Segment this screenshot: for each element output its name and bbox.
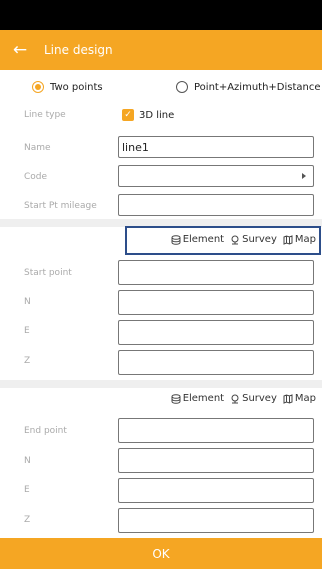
app-bar: ← Line design xyxy=(0,30,322,70)
end-point-tools: Element Survey Map xyxy=(165,393,316,404)
tools-highlight-box xyxy=(125,226,321,255)
database-icon xyxy=(171,393,181,404)
line-type-label: Line type xyxy=(24,110,66,120)
element-label: Element xyxy=(182,393,225,404)
end-map-button[interactable]: Map xyxy=(283,393,316,404)
start-mileage-field[interactable] xyxy=(118,194,314,216)
start-point-label: Start point xyxy=(24,268,72,278)
end-n-field[interactable] xyxy=(118,448,314,473)
ok-label: OK xyxy=(152,546,170,561)
start-z-field[interactable] xyxy=(118,350,314,375)
radio-two-points[interactable]: Two points xyxy=(32,81,103,93)
start-n-field[interactable] xyxy=(118,290,314,315)
mode-selector: Two points Point+Azimuth+Distance xyxy=(0,77,322,97)
start-point-field[interactable] xyxy=(118,260,314,285)
start-mileage-label: Start Pt mileage xyxy=(24,201,97,211)
radio-selected-icon xyxy=(32,81,44,93)
line-type-value: 3D line xyxy=(139,109,175,121)
end-z-field[interactable] xyxy=(118,508,314,533)
back-arrow-icon[interactable]: ← xyxy=(0,40,40,60)
line-type-checkbox[interactable]: ✓ 3D line xyxy=(122,109,174,121)
end-e-field[interactable] xyxy=(118,478,314,503)
map-label: Map xyxy=(294,393,316,404)
name-label: Name xyxy=(24,143,51,153)
end-n-label: N xyxy=(24,456,31,466)
start-e-field[interactable] xyxy=(118,320,314,345)
radio-unselected-icon xyxy=(176,81,188,93)
start-n-label: N xyxy=(24,297,31,307)
ok-button[interactable]: OK xyxy=(0,538,322,569)
name-field[interactable]: line1 xyxy=(118,136,314,158)
checkmark-icon: ✓ xyxy=(122,109,134,121)
radio-point-azimuth-distance[interactable]: Point+Azimuth+Distance xyxy=(176,81,321,93)
start-z-label: Z xyxy=(24,356,31,366)
section-divider xyxy=(0,380,322,388)
end-e-label: E xyxy=(24,485,30,495)
survey-pin-icon xyxy=(231,394,239,403)
radio-two-points-label: Two points xyxy=(50,81,103,93)
status-bar xyxy=(0,0,322,30)
radio-point-azimuth-distance-label: Point+Azimuth+Distance xyxy=(194,81,321,93)
dropdown-arrow-icon xyxy=(302,173,306,179)
start-e-label: E xyxy=(24,326,30,336)
end-survey-button[interactable]: Survey xyxy=(230,393,277,404)
page-title: Line design xyxy=(44,43,113,57)
code-label: Code xyxy=(24,172,48,182)
end-point-field[interactable] xyxy=(118,418,314,443)
survey-label: Survey xyxy=(242,393,277,404)
map-icon xyxy=(283,393,293,404)
end-point-label: End point xyxy=(24,426,67,436)
end-element-button[interactable]: Element xyxy=(171,393,224,404)
end-z-label: Z xyxy=(24,515,31,525)
code-dropdown[interactable] xyxy=(118,165,314,187)
